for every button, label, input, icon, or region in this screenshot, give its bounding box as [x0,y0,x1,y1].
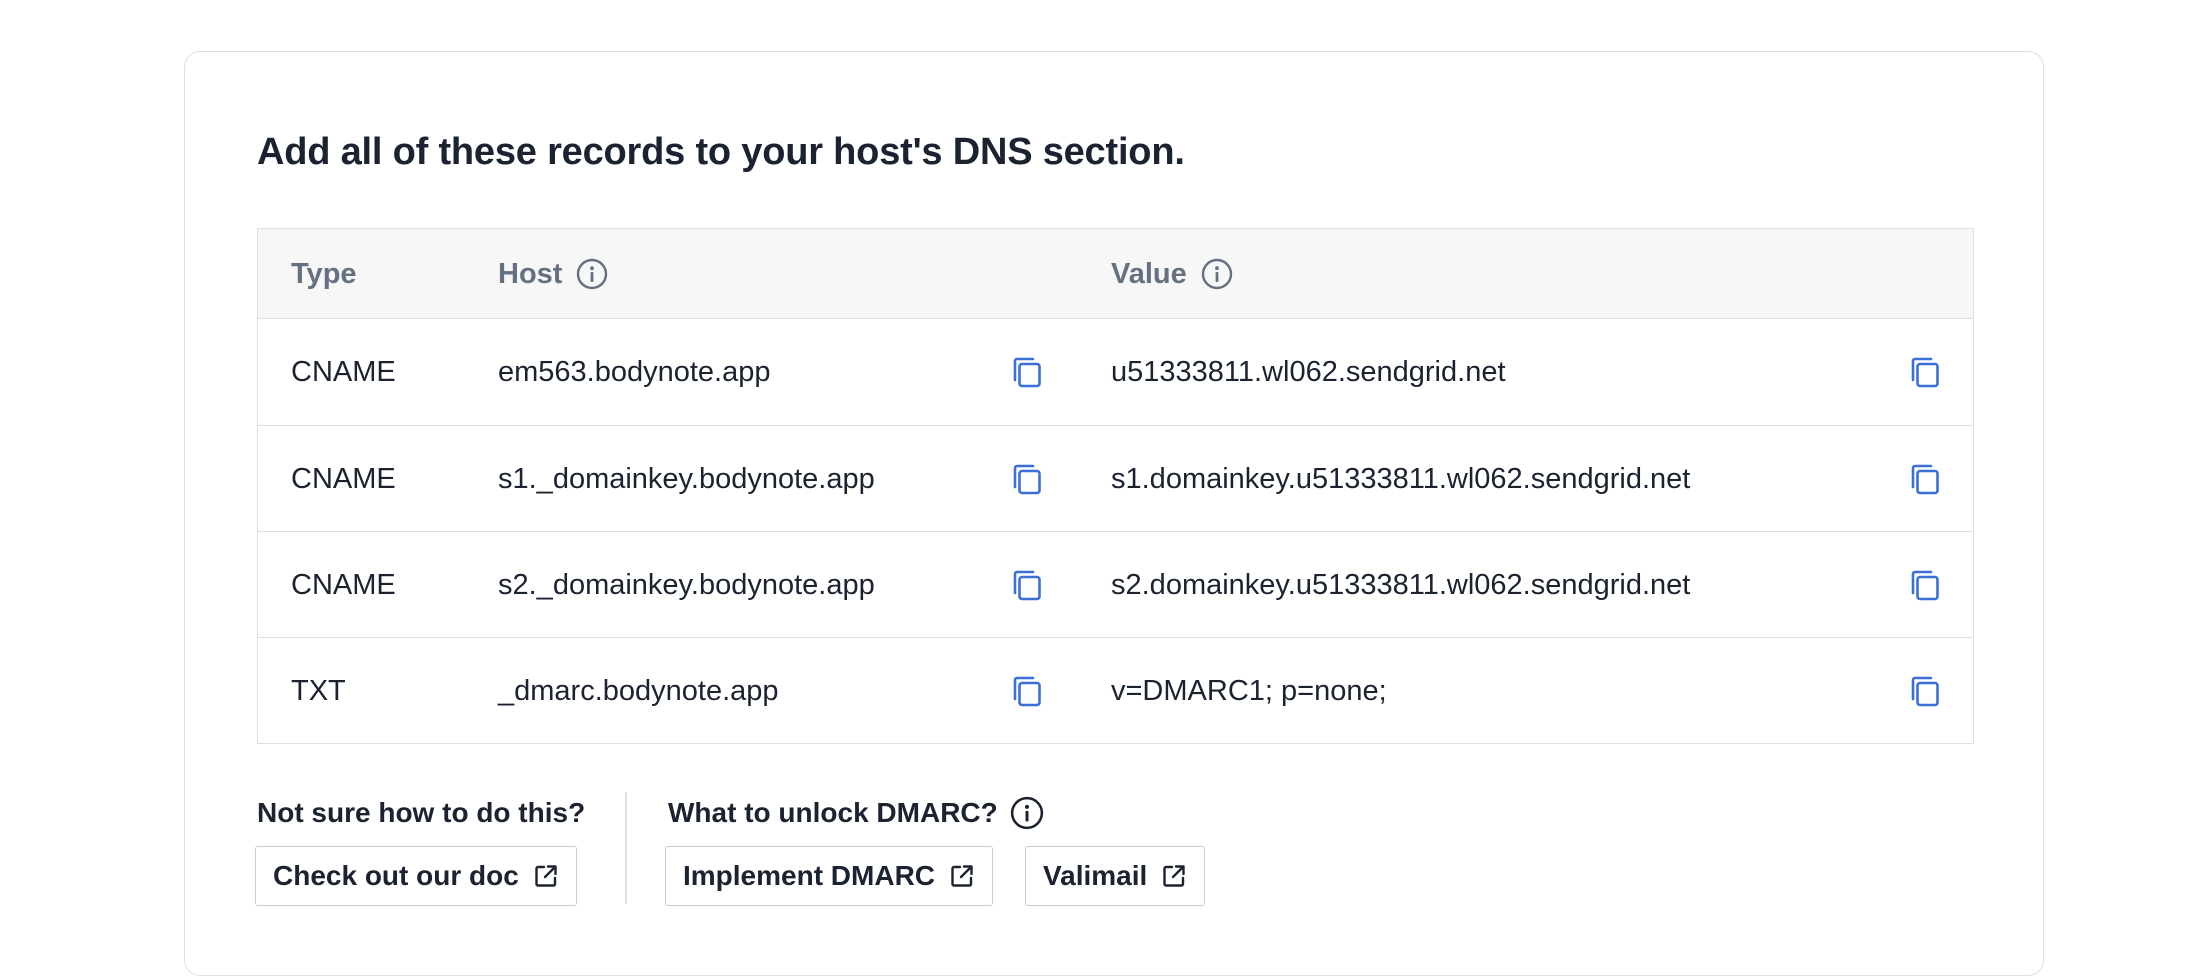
table-row: CNAME s1._domainkey.bodynote.app s1.doma… [258,425,1973,531]
host-info-icon[interactable] [576,258,608,290]
record-host: s2._domainkey.bodynote.app [498,568,875,601]
footer-divider [625,792,627,904]
copy-value-icon[interactable] [1907,568,1941,602]
column-header-type-label: Type [291,257,357,290]
dmarc-label-row: What to unlock DMARC? [668,796,1044,830]
record-value: v=DMARC1; p=none; [1111,674,1387,707]
external-link-icon [1161,863,1187,889]
record-type: CNAME [291,355,396,388]
column-header-type: Type [291,229,357,319]
table-row: CNAME s2._domainkey.bodynote.app s2.doma… [258,531,1973,637]
column-header-value-label: Value [1111,257,1187,290]
help-label: Not sure how to do this? [257,797,586,828]
record-value: s1.domainkey.u51333811.wl062.sendgrid.ne… [1111,462,1691,495]
table-row: CNAME em563.bodynote.app u51333811.wl062… [258,319,1973,425]
dmarc-label: What to unlock DMARC? [668,797,998,828]
record-value: u51333811.wl062.sendgrid.net [1111,355,1506,388]
table-header: Type Host Value [258,229,1973,319]
dmarc-info-icon[interactable] [1010,796,1044,830]
external-link-icon [533,863,559,889]
copy-host-icon[interactable] [1009,462,1043,496]
copy-host-icon[interactable] [1009,568,1043,602]
check-out-doc-button[interactable]: Check out our doc [255,846,577,906]
column-header-host: Host [498,229,608,319]
copy-host-icon[interactable] [1009,674,1043,708]
dns-records-table: Type Host Value CNAME em563.bodynote.app… [257,228,1974,744]
table-row: TXT _dmarc.bodynote.app v=DMARC1; p=none… [258,637,1973,743]
check-out-doc-label: Check out our doc [273,860,519,891]
record-value: s2.domainkey.u51333811.wl062.sendgrid.ne… [1111,568,1691,601]
valimail-button[interactable]: Valimail [1025,846,1206,906]
page-heading: Add all of these records to your host's … [257,131,1185,173]
record-host: _dmarc.bodynote.app [498,674,779,707]
column-header-value: Value [1111,229,1233,319]
copy-value-icon[interactable] [1907,355,1941,389]
column-header-host-label: Host [498,257,563,290]
implement-dmarc-label: Implement DMARC [683,860,936,891]
external-link-icon [949,863,975,889]
record-type: CNAME [291,568,396,601]
record-type: CNAME [291,462,396,495]
implement-dmarc-button[interactable]: Implement DMARC [665,846,994,906]
valimail-label: Valimail [1043,860,1148,891]
copy-host-icon[interactable] [1009,355,1043,389]
value-info-icon[interactable] [1201,258,1233,290]
record-type: TXT [291,674,346,707]
record-host: s1._domainkey.bodynote.app [498,462,875,495]
record-host: em563.bodynote.app [498,355,771,388]
copy-value-icon[interactable] [1907,462,1941,496]
copy-value-icon[interactable] [1907,674,1941,708]
